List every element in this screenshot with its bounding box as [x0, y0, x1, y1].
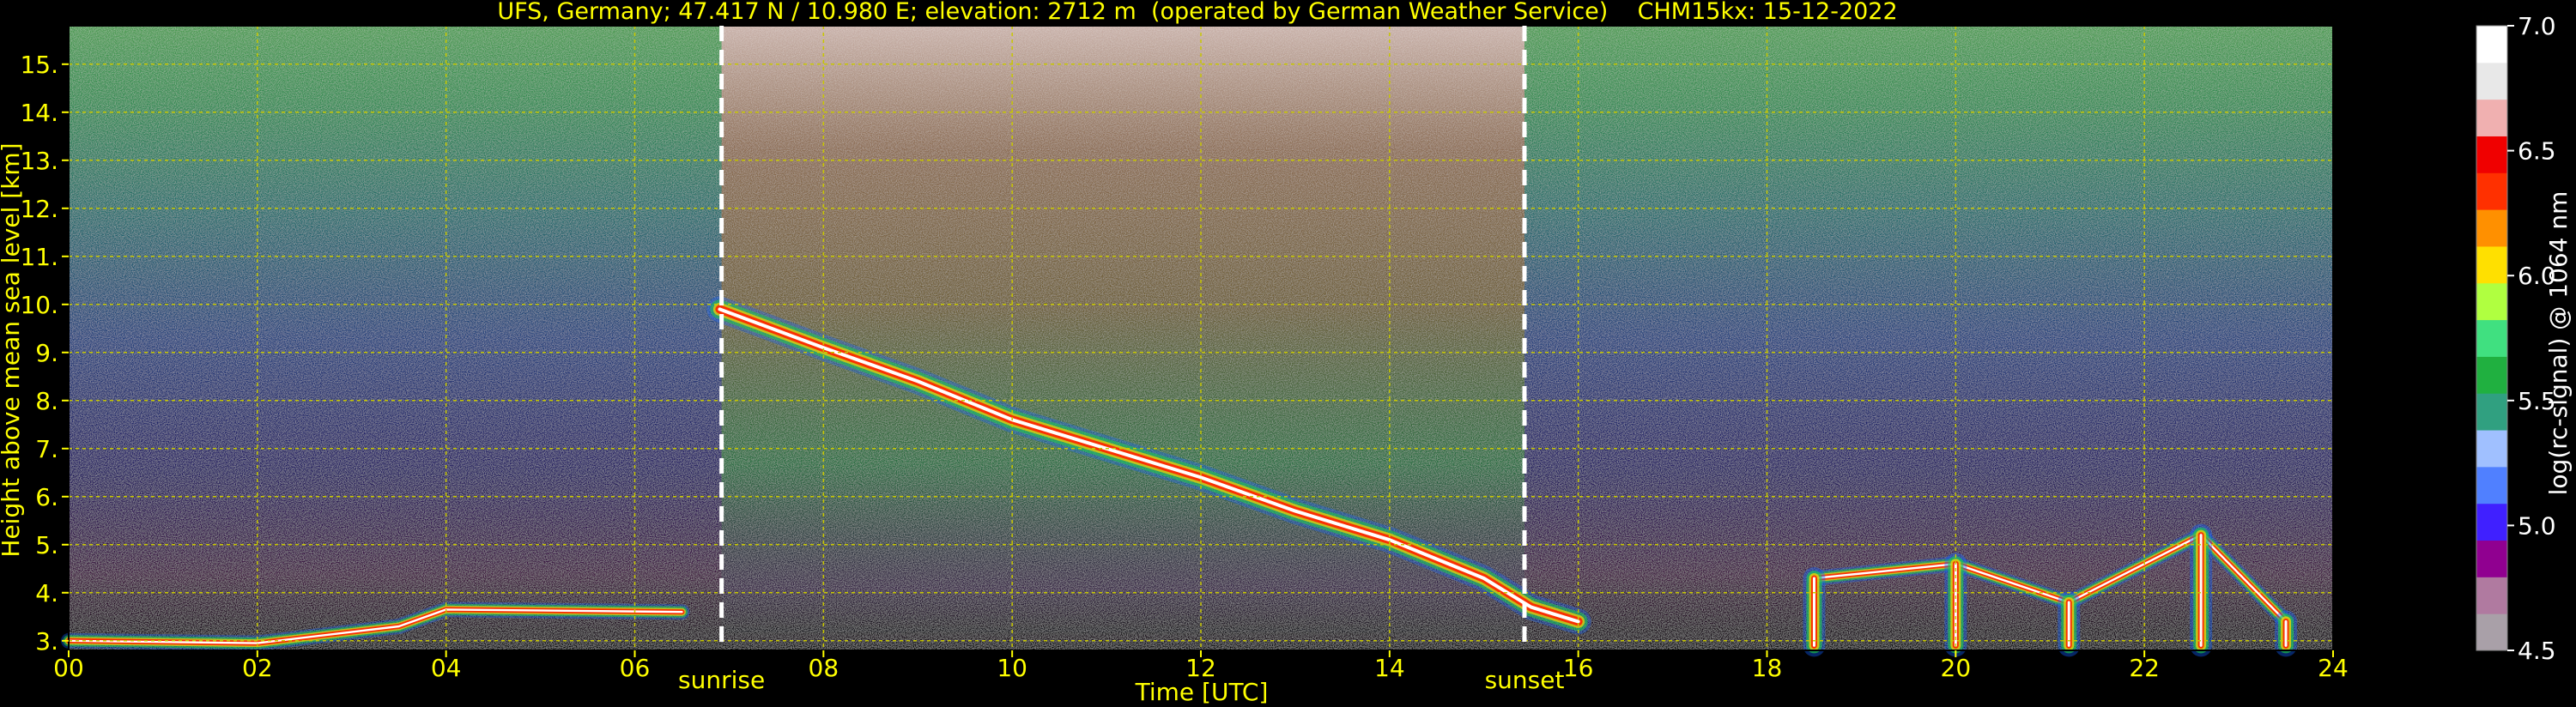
colorbar-segment — [2476, 503, 2507, 541]
y-tick-label: 5. — [35, 531, 58, 559]
x-tick-label: 08 — [809, 654, 839, 682]
x-tick-label: 20 — [1941, 654, 1972, 682]
colorbar-tick-label: 4.5 — [2518, 637, 2556, 665]
colorbar-segment — [2476, 209, 2507, 247]
y-tick-label: 12. — [20, 195, 58, 223]
colorbar-label: log(rc-signal) @ 1064 nm — [2544, 191, 2573, 496]
colorbar-segment — [2476, 319, 2507, 357]
colorbar-segment — [2476, 282, 2507, 321]
colorbar-segment — [2476, 245, 2507, 284]
x-tick-label: 18 — [1752, 654, 1783, 682]
y-tick-label: 6. — [35, 483, 58, 511]
colorbar-segment — [2476, 577, 2507, 614]
x-tick-label: 06 — [620, 654, 651, 682]
x-tick-label: 04 — [431, 654, 462, 682]
lidar-backscatter-chart: sunrise sunset 00 02 04 06 08 10 12 14 16 18 20 22 24… — [0, 0, 2573, 706]
colorbar-tick-label: 6.5 — [2518, 137, 2556, 166]
y-axis-label: Height above mean sea level [km] — [0, 142, 25, 557]
colorbar-segment — [2476, 430, 2507, 468]
x-axis-label: Time [UTC] — [1135, 678, 1269, 706]
colorbar-segment — [2476, 356, 2507, 394]
x-tick-label: 16 — [1563, 654, 1594, 682]
colorbar-segment — [2476, 62, 2507, 100]
y-axis-ticks: 3. 4. 5. 6. 7. 8. 9. 10. 11. 12. 13. 14. 15. — [20, 51, 69, 656]
y-tick-label: 13. — [20, 147, 58, 175]
x-tick-label: 10 — [997, 654, 1027, 682]
y-tick-label: 11. — [20, 243, 58, 271]
y-tick-label: 15. — [20, 51, 58, 79]
sunrise-label: sunrise — [678, 666, 765, 694]
colorbar-segment — [2476, 466, 2507, 505]
colorbar-segment — [2476, 613, 2507, 651]
colorbar-segment — [2476, 540, 2507, 577]
x-tick-label: 22 — [2129, 654, 2160, 682]
colorbar-tick-label: 7.0 — [2518, 12, 2556, 40]
colorbar-segment — [2476, 26, 2507, 63]
x-tick-label: 14 — [1374, 654, 1405, 682]
y-tick-label: 8. — [35, 387, 58, 415]
x-tick-label: 00 — [53, 654, 84, 682]
colorbar-segment — [2476, 172, 2507, 210]
y-tick-label: 3. — [35, 627, 58, 656]
x-tick-label: 02 — [242, 654, 273, 682]
chart-title: UFS, Germany; 47.417 N / 10.980 E; eleva… — [497, 0, 1897, 25]
sunset-label: sunset — [1485, 666, 1565, 694]
colorbar-segment — [2476, 99, 2507, 136]
colorbar-tick-label: 5.0 — [2518, 511, 2556, 540]
y-tick-label: 4. — [35, 579, 58, 607]
y-tick-label: 10. — [20, 291, 58, 319]
y-tick-label: 9. — [35, 339, 58, 367]
x-tick-label: 24 — [2318, 654, 2349, 682]
y-tick-label: 7. — [35, 435, 58, 463]
y-tick-label: 14. — [20, 99, 58, 127]
colorbar-segment — [2476, 136, 2507, 173]
colorbar-segment — [2476, 393, 2507, 431]
